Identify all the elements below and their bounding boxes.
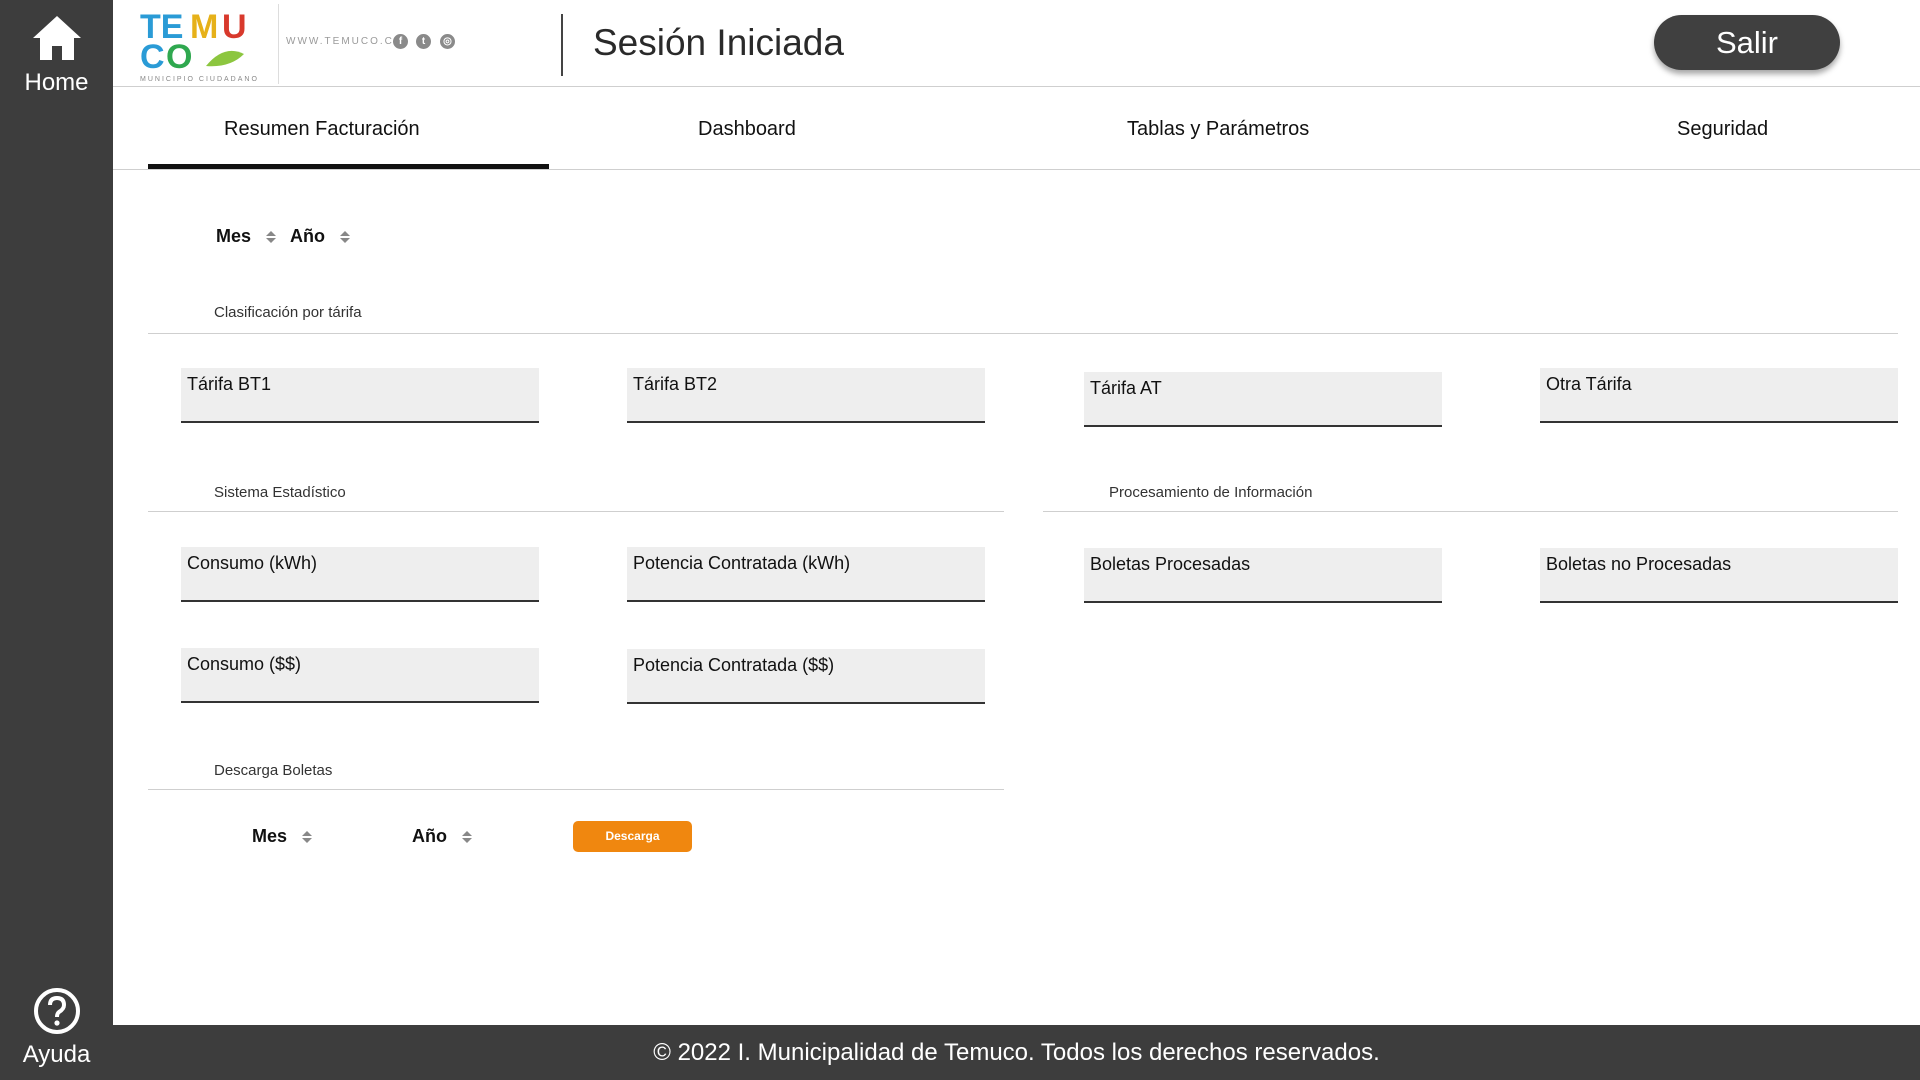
facebook-icon[interactable]: f [393, 34, 408, 49]
help-label: Ayuda [22, 1041, 91, 1068]
sort-arrows-icon [266, 231, 277, 244]
field-boletas-procesadas[interactable]: Boletas Procesadas [1084, 548, 1442, 603]
processing-section-divider [1043, 511, 1898, 512]
home-label: Home [24, 69, 89, 96]
processing-section-title: Procesamiento de Información [1109, 484, 1313, 501]
instagram-icon[interactable]: ◎ [440, 34, 455, 49]
field-tarifa-bt1[interactable]: Tárifa BT1 [181, 368, 539, 423]
tab-seguridad[interactable]: Seguridad [1677, 118, 1768, 141]
field-label: Tárifa BT1 [187, 374, 272, 394]
footer-copyright: © 2022 I. Municipalidad de Temuco. Todos… [653, 1039, 1380, 1066]
tabs-divider [113, 169, 1920, 170]
download-button[interactable]: Descarga [573, 821, 692, 852]
sort-arrows-icon [462, 831, 473, 844]
field-label: Consumo (kWh) [187, 553, 318, 573]
field-label: Boletas Procesadas [1090, 554, 1251, 574]
page-title: Sesión Iniciada [593, 22, 844, 63]
svg-text:U: U [222, 8, 247, 46]
header-separator [561, 14, 563, 76]
download-section-title: Descarga Boletas [214, 762, 333, 779]
stats-section-title: Sistema Estadístico [214, 484, 346, 501]
svg-text:O: O [166, 38, 192, 76]
tariff-section-title: Clasificación por tárifa [214, 304, 362, 321]
logo-divider [278, 4, 279, 84]
download-section-divider [148, 789, 1004, 790]
field-label: Potencia Contratada (kWh) [633, 553, 851, 573]
svg-text:C: C [140, 38, 165, 76]
field-tarifa-at[interactable]: Tárifa AT [1084, 372, 1442, 427]
field-boletas-no-procesadas[interactable]: Boletas no Procesadas [1540, 548, 1898, 603]
tariff-section-divider [148, 333, 1898, 334]
download-month-select[interactable]: Mes [252, 826, 313, 847]
month-select[interactable]: Mes [216, 226, 277, 247]
field-label: Otra Tárifa [1546, 374, 1632, 394]
field-otra-tarifa[interactable]: Otra Tárifa [1540, 368, 1898, 423]
field-label: Tárifa AT [1090, 378, 1162, 398]
month-select-label: Mes [216, 226, 252, 246]
logout-button[interactable]: Salir [1654, 15, 1840, 70]
download-year-label: Año [412, 826, 447, 846]
field-consumo-kwh[interactable]: Consumo (kWh) [181, 547, 539, 602]
year-select-label: Año [290, 226, 325, 246]
temuco-logo: TE M U C O MUNICIPIO CIUDADANO [140, 8, 259, 83]
field-potencia-pesos[interactable]: Potencia Contratada ($$) [627, 649, 985, 704]
download-month-label: Mes [252, 826, 288, 846]
svg-text:M: M [190, 8, 218, 46]
field-consumo-pesos[interactable]: Consumo ($$) [181, 648, 539, 703]
sidebar: Home Ayuda [0, 0, 113, 1080]
tab-tablas-parametros[interactable]: Tablas y Parámetros [1127, 118, 1309, 141]
sort-arrows-icon [340, 231, 351, 244]
tab-resumen-facturacion[interactable]: Resumen Facturación [224, 118, 420, 141]
tab-dashboard[interactable]: Dashboard [698, 118, 796, 141]
year-select[interactable]: Año [290, 226, 351, 247]
svg-text:MUNICIPIO CIUDADANO: MUNICIPIO CIUDADANO [140, 76, 259, 83]
field-label: Consumo ($$) [187, 654, 302, 674]
home-button[interactable]: Home [0, 12, 113, 97]
question-circle-icon [33, 988, 80, 1034]
header-divider [113, 86, 1920, 87]
download-year-select[interactable]: Año [412, 826, 473, 847]
field-potencia-kwh[interactable]: Potencia Contratada (kWh) [627, 547, 985, 602]
field-tarifa-bt2[interactable]: Tárifa BT2 [627, 368, 985, 423]
sort-arrows-icon [302, 831, 313, 844]
field-label: Tárifa BT2 [633, 374, 718, 394]
site-url: WWW.TEMUCO.CL [286, 36, 402, 47]
twitter-icon[interactable]: t [416, 34, 431, 49]
home-icon [32, 16, 81, 60]
help-button[interactable]: Ayuda [0, 986, 113, 1069]
field-label: Boletas no Procesadas [1546, 554, 1732, 574]
footer: © 2022 I. Municipalidad de Temuco. Todos… [113, 1025, 1920, 1080]
stats-section-divider [148, 511, 1004, 512]
field-label: Potencia Contratada ($$) [633, 655, 835, 675]
